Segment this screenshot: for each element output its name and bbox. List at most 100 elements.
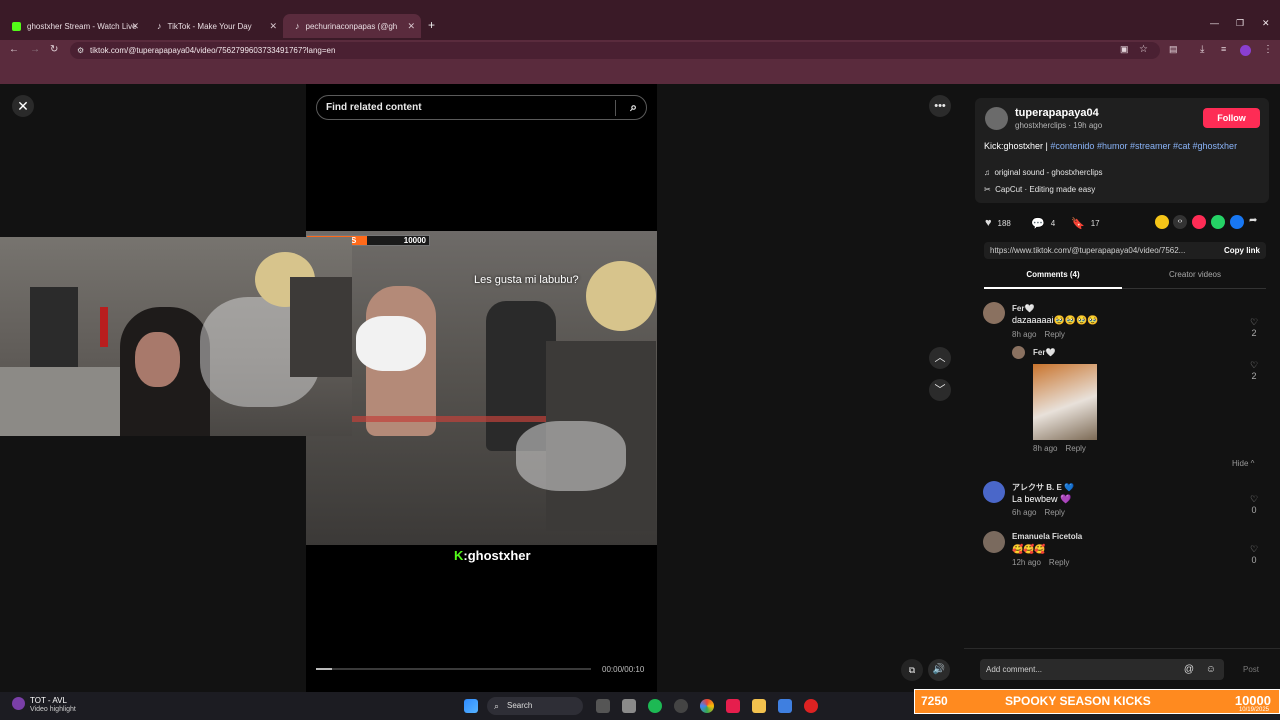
spotify-icon[interactable]: [648, 699, 662, 713]
facebook-icon[interactable]: [1230, 215, 1244, 229]
hashtag[interactable]: #cat: [1173, 141, 1190, 151]
windows-start-icon[interactable]: [464, 699, 478, 713]
commenter-name[interactable]: Fer🤍: [1033, 348, 1055, 357]
reply-button[interactable]: Reply: [1044, 508, 1064, 517]
commenter-avatar[interactable]: [983, 481, 1005, 503]
share-arrow-icon[interactable]: ➦: [1249, 215, 1257, 226]
media-thumbnail-icon: [12, 697, 25, 710]
task-view-icon[interactable]: [596, 699, 610, 713]
reply-button[interactable]: Reply: [1044, 330, 1064, 339]
author-username[interactable]: tuperapapaya04: [1015, 107, 1099, 119]
tab-tiktok[interactable]: ♪ TikTok - Make Your Day ✕: [145, 16, 283, 36]
pip-icon[interactable]: ⧉: [901, 659, 923, 681]
minimize-icon[interactable]: —: [1210, 18, 1219, 28]
back-icon[interactable]: ←: [9, 44, 19, 55]
capcut-row[interactable]: ✂ CapCut · Editing made easy: [984, 185, 1095, 194]
volume-icon[interactable]: 🔊: [928, 659, 950, 681]
tab-comments[interactable]: Comments (4): [984, 270, 1122, 289]
reply-button[interactable]: Reply: [1065, 444, 1085, 453]
add-comment-input[interactable]: Add comment... @ ☺: [980, 659, 1224, 680]
comment-like[interactable]: ♡ 0: [1248, 494, 1260, 516]
close-window-icon[interactable]: ✕: [1262, 18, 1270, 29]
hashtag[interactable]: #ghostxher: [1193, 141, 1238, 151]
hashtag[interactable]: #humor: [1097, 141, 1128, 151]
media-title[interactable]: TOT - AVL: [30, 696, 67, 705]
new-tab-icon[interactable]: +: [428, 18, 435, 32]
reload-icon[interactable]: ↻: [50, 44, 58, 55]
commenter-avatar[interactable]: [1012, 346, 1025, 359]
commenter-name[interactable]: Fer🤍: [1012, 304, 1034, 313]
taskbar-search[interactable]: ⌕ Search: [487, 697, 583, 715]
file-explorer-icon[interactable]: [752, 699, 766, 713]
hashtag[interactable]: #contenido: [1050, 141, 1094, 151]
address-bar[interactable]: ⚙ tiktok.com/@tuperapapaya04/video/75627…: [70, 42, 1160, 59]
mention-icon[interactable]: @: [1184, 659, 1194, 680]
close-tab-icon[interactable]: ✕: [407, 21, 415, 32]
follow-button[interactable]: Follow: [1203, 108, 1260, 128]
opera-icon[interactable]: [804, 699, 818, 713]
embed-icon[interactable]: ‹›: [1173, 215, 1187, 229]
stream-goal-overlay: 7250 SPOOKY SEASON KICKS 10000 10/19/202…: [914, 689, 1280, 714]
whatsapp-icon[interactable]: [1211, 215, 1225, 229]
tiktok-app-icon[interactable]: [726, 699, 740, 713]
menu-icon[interactable]: ⋮: [1263, 44, 1273, 55]
hide-replies-button[interactable]: Hide ^: [1232, 459, 1254, 468]
widgets-icon[interactable]: [622, 699, 636, 713]
chrome-icon[interactable]: [700, 699, 714, 713]
bookmark-star-icon[interactable]: ☆: [1139, 44, 1148, 55]
reply-button[interactable]: Reply: [1049, 558, 1069, 567]
forward-icon[interactable]: →: [30, 44, 40, 55]
search-icon[interactable]: ⌕: [630, 100, 637, 115]
close-icon[interactable]: ✕: [12, 95, 34, 117]
copy-link-button[interactable]: Copy link: [1224, 242, 1260, 259]
chevron-down-icon[interactable]: ﹀: [929, 379, 951, 401]
capcut-icon: ✂: [984, 185, 991, 194]
close-tab-icon[interactable]: ✕: [131, 21, 139, 32]
tab-underline: [984, 287, 1122, 289]
description-prefix: Kick:ghostxher |: [984, 141, 1051, 151]
comment-like[interactable]: ♡ 0: [1248, 544, 1260, 566]
more-options-icon[interactable]: •••: [929, 95, 951, 117]
url-text: tiktok.com/@tuperapapaya04/video/7562799…: [90, 46, 336, 55]
commenter-name[interactable]: Emanuela Ficetola: [1012, 532, 1082, 541]
author-avatar[interactable]: [985, 107, 1008, 130]
sidebar-icon[interactable]: ▤: [1169, 44, 1178, 55]
emoji-share-icon[interactable]: [1155, 215, 1169, 229]
tab-active[interactable]: ♪ pechurinaconpapas (@gh ✕: [283, 14, 421, 38]
comment-text: La bewbew 💜: [1012, 494, 1072, 504]
comment-like[interactable]: ♡ 2: [1248, 360, 1260, 382]
save-stat[interactable]: 🔖 17: [1071, 217, 1100, 230]
kick-logo: K: [454, 548, 464, 563]
store-icon[interactable]: [778, 699, 792, 713]
cast-icon[interactable]: ▣: [1120, 44, 1129, 55]
hashtag[interactable]: #streamer: [1130, 141, 1171, 151]
profile-avatar[interactable]: [1240, 45, 1251, 56]
sound-row[interactable]: ♫ original sound - ghostxherclips: [984, 168, 1103, 177]
tab-kick[interactable]: ghostxher Stream - Watch Live ✕: [0, 16, 145, 36]
chevron-up-icon[interactable]: ︿: [929, 347, 951, 369]
tab-creator-videos[interactable]: Creator videos: [1124, 270, 1266, 279]
commenter-name[interactable]: アレクサ B. E 💙: [1012, 482, 1074, 493]
cat: [356, 316, 426, 371]
maximize-icon[interactable]: ❐: [1236, 18, 1244, 29]
comment-meta: 6h ago Reply: [1012, 508, 1065, 517]
media-icon[interactable]: ≡: [1221, 44, 1226, 54]
commenter-avatar[interactable]: [983, 531, 1005, 553]
close-tab-icon[interactable]: ✕: [269, 21, 277, 32]
site-info-icon[interactable]: ⚙: [77, 46, 84, 55]
like-stat[interactable]: ♥ 188: [985, 217, 1011, 229]
obs-icon[interactable]: [674, 699, 688, 713]
comment-stat[interactable]: 💬 4: [1031, 217, 1055, 230]
tab-title: ghostxher Stream - Watch Live: [27, 21, 137, 31]
comment-like[interactable]: ♡ 2: [1248, 317, 1260, 339]
post-button[interactable]: Post: [1243, 665, 1259, 674]
download-icon[interactable]: ⤓: [1200, 44, 1204, 55]
commenter-avatar[interactable]: [983, 302, 1005, 324]
save-count: 17: [1090, 219, 1100, 228]
emoji-icon[interactable]: ☺: [1206, 659, 1216, 680]
progress-bar[interactable]: [316, 668, 591, 670]
video-caption: Les gusta mi labubu?: [474, 274, 579, 286]
search-input[interactable]: Find related content ⌕: [316, 95, 647, 120]
send-icon[interactable]: [1192, 215, 1206, 229]
comment-image[interactable]: [1033, 364, 1097, 440]
